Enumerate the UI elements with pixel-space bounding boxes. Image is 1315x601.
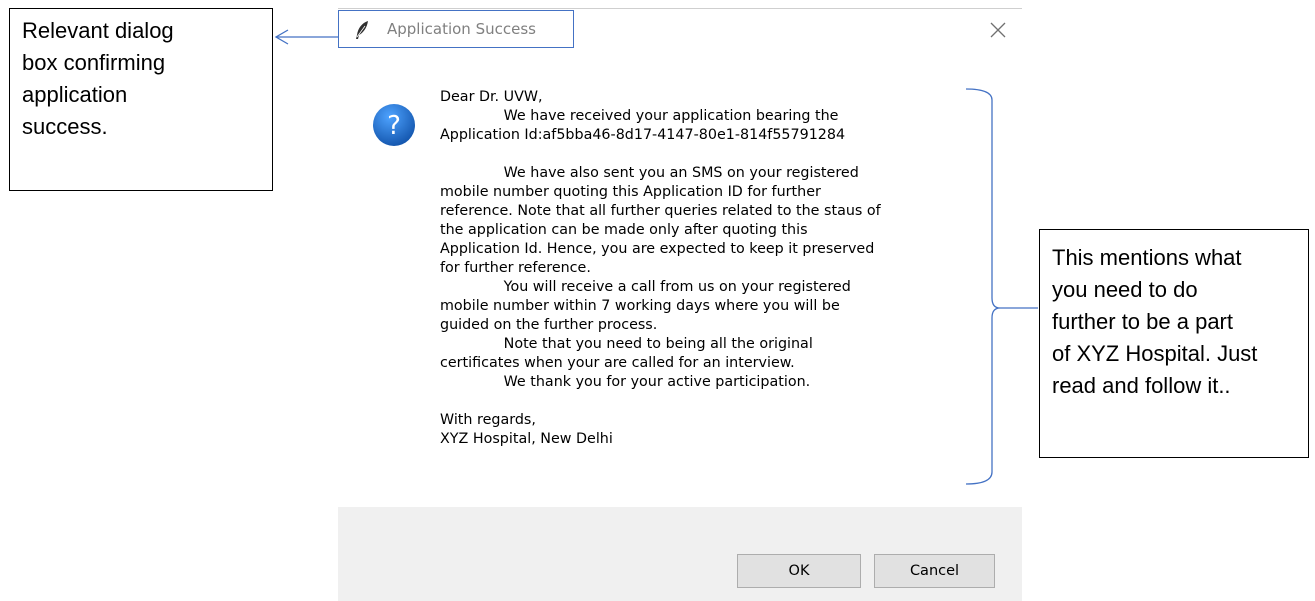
dialog-titlebar: Application Success bbox=[338, 8, 1022, 52]
message-line: With regards, bbox=[440, 412, 536, 428]
message-line: reference. Note that all further queries… bbox=[440, 203, 881, 219]
message-line: Application Id. Hence, you are expected … bbox=[440, 241, 875, 257]
question-icon: ? bbox=[373, 104, 415, 146]
message-line: XYZ Hospital, New Delhi bbox=[440, 431, 613, 447]
message-line: mobile number within 7 working days wher… bbox=[440, 298, 840, 314]
message-line: Note that you need to being all the orig… bbox=[440, 336, 813, 352]
message-line: certificates when your are called for an… bbox=[440, 355, 795, 371]
message-line: We have also sent you an SMS on your reg… bbox=[440, 165, 859, 181]
dialog-message: Dear Dr. UVW, We have received your appl… bbox=[440, 88, 980, 449]
ok-button[interactable]: OK bbox=[737, 554, 861, 588]
annotation-dialog-confirmation: Relevant dialog box confirming applicati… bbox=[9, 8, 273, 191]
annotation-instructions: This mentions what you need to do furthe… bbox=[1039, 229, 1309, 458]
message-line: We have received your application bearin… bbox=[440, 108, 839, 124]
title-highlight-box: Application Success bbox=[338, 10, 574, 48]
arrow-connector bbox=[274, 29, 338, 45]
dialog-footer: OK Cancel bbox=[338, 507, 1022, 601]
cancel-button[interactable]: Cancel bbox=[874, 554, 995, 588]
message-line: Dear Dr. UVW, bbox=[440, 89, 543, 105]
message-line: guided on the further process. bbox=[440, 317, 658, 333]
message-line: Application Id:af5bba46-8d17-4147-80e1-8… bbox=[440, 127, 846, 143]
svg-text:?: ? bbox=[387, 111, 401, 141]
application-success-dialog: Application Success ? Dear Dr. UVW, We h… bbox=[338, 8, 1022, 601]
message-line bbox=[440, 145, 980, 164]
message-line: the application can be made only after q… bbox=[440, 222, 808, 238]
message-line: You will receive a call from us on your … bbox=[440, 279, 851, 295]
message-line bbox=[440, 392, 980, 411]
dialog-title: Application Success bbox=[387, 20, 536, 38]
feather-icon bbox=[356, 21, 368, 39]
message-line: for further reference. bbox=[440, 260, 591, 276]
message-line: We thank you for your active participati… bbox=[440, 374, 811, 390]
message-line: mobile number quoting this Application I… bbox=[440, 184, 821, 200]
close-icon[interactable] bbox=[988, 20, 1008, 40]
screenshot-canvas: Relevant dialog box confirming applicati… bbox=[0, 0, 1315, 601]
